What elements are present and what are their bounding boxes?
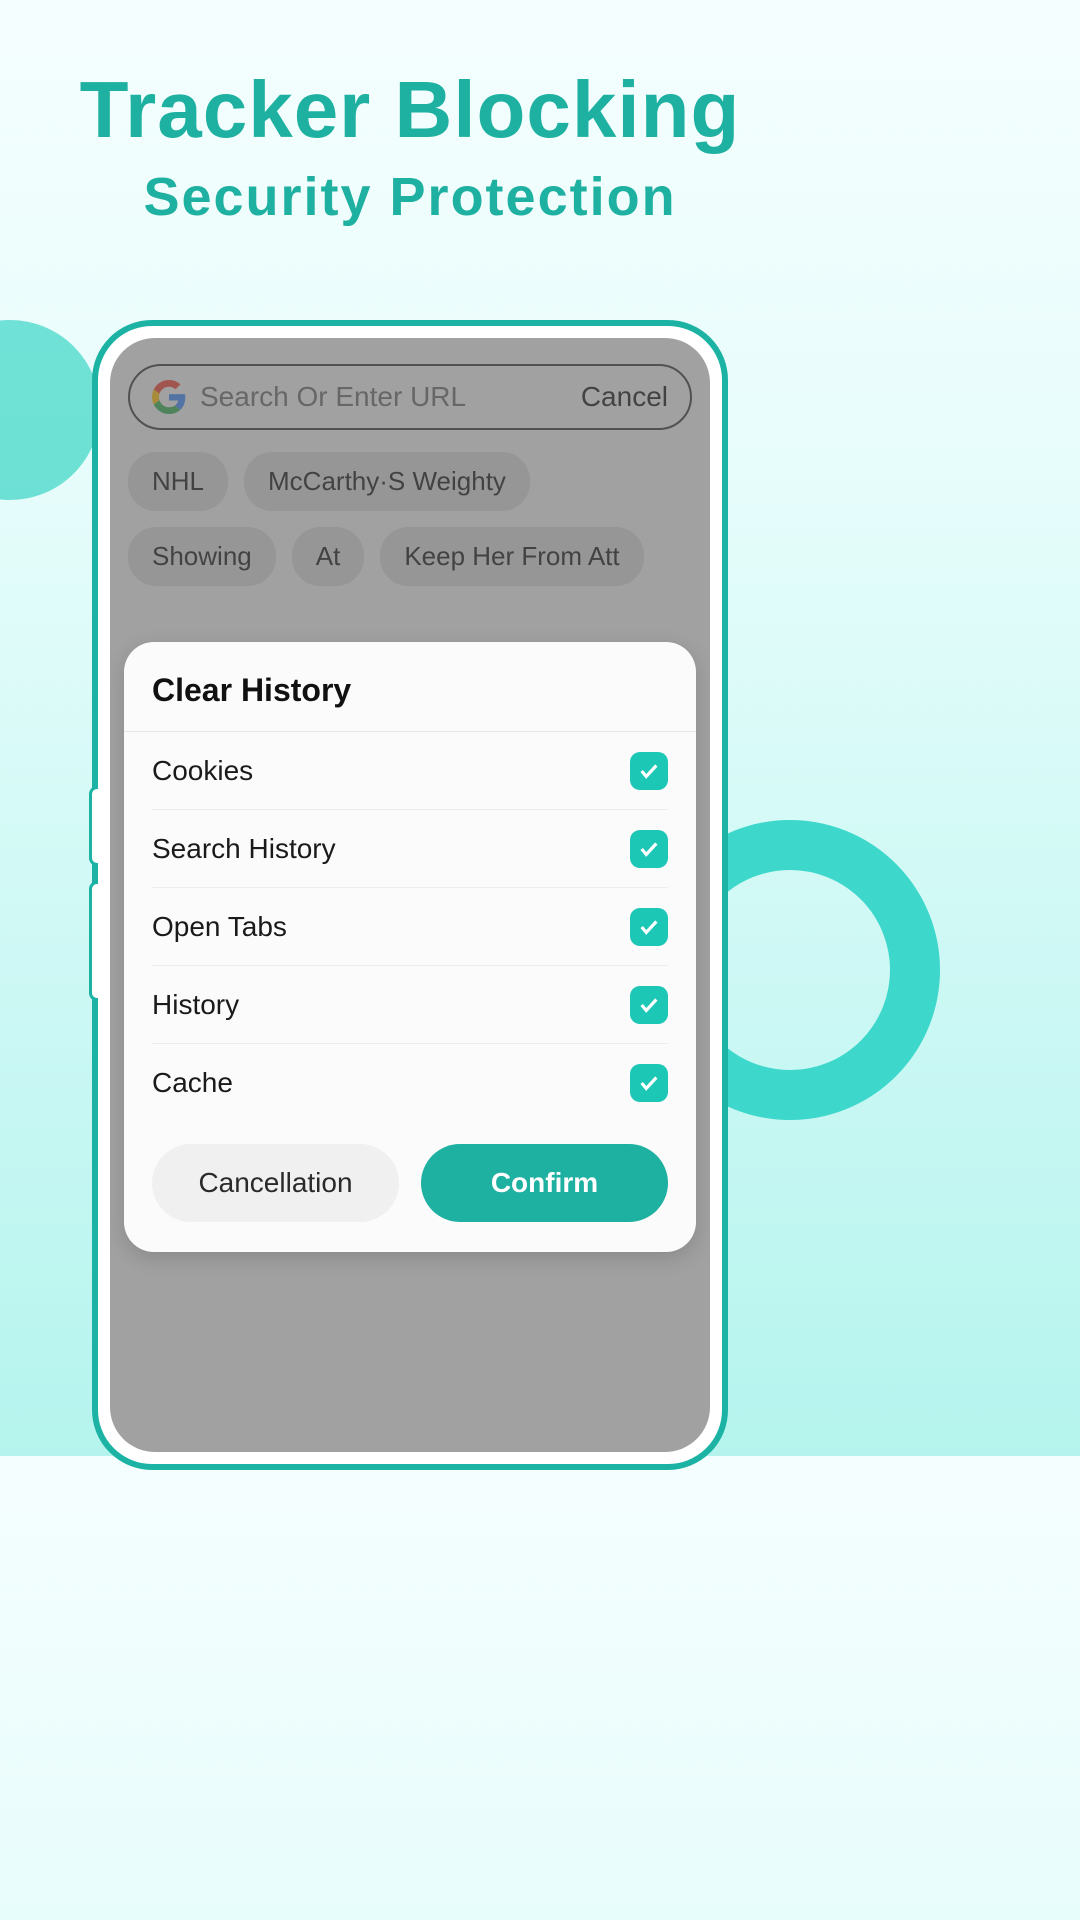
option-label: Cache [152,1067,233,1099]
phone-frame: Search Or Enter URL Cancel NHL McCarthy·… [92,320,728,1470]
confirm-button[interactable]: Confirm [421,1144,668,1222]
option-label: Cookies [152,755,253,787]
promo-headline: Tracker Blocking Security Protection [0,0,820,228]
option-label: Search History [152,833,336,865]
phone-button-notch [89,786,98,866]
checkbox-checked[interactable] [630,908,668,946]
headline-title: Tracker Blocking [0,70,820,150]
decorative-circle-left [0,320,100,500]
clear-history-modal: Clear History Cookies Search History Ope… [124,642,696,1252]
phone-button-notch [89,881,98,1001]
checkbox-checked[interactable] [630,986,668,1024]
option-row-open-tabs[interactable]: Open Tabs [152,888,668,966]
cancellation-button[interactable]: Cancellation [152,1144,399,1222]
headline-subtitle: Security Protection [0,166,820,228]
option-row-search-history[interactable]: Search History [152,810,668,888]
option-list: Cookies Search History Open Tabs [124,732,696,1122]
checkbox-checked[interactable] [630,752,668,790]
checkbox-checked[interactable] [630,1064,668,1102]
option-row-cache[interactable]: Cache [152,1044,668,1122]
phone-screen: Search Or Enter URL Cancel NHL McCarthy·… [110,338,710,1452]
option-label: Open Tabs [152,911,287,943]
option-row-history[interactable]: History [152,966,668,1044]
option-row-cookies[interactable]: Cookies [152,732,668,810]
modal-title: Clear History [124,642,696,731]
option-label: History [152,989,239,1021]
checkbox-checked[interactable] [630,830,668,868]
modal-buttons: Cancellation Confirm [124,1122,696,1222]
